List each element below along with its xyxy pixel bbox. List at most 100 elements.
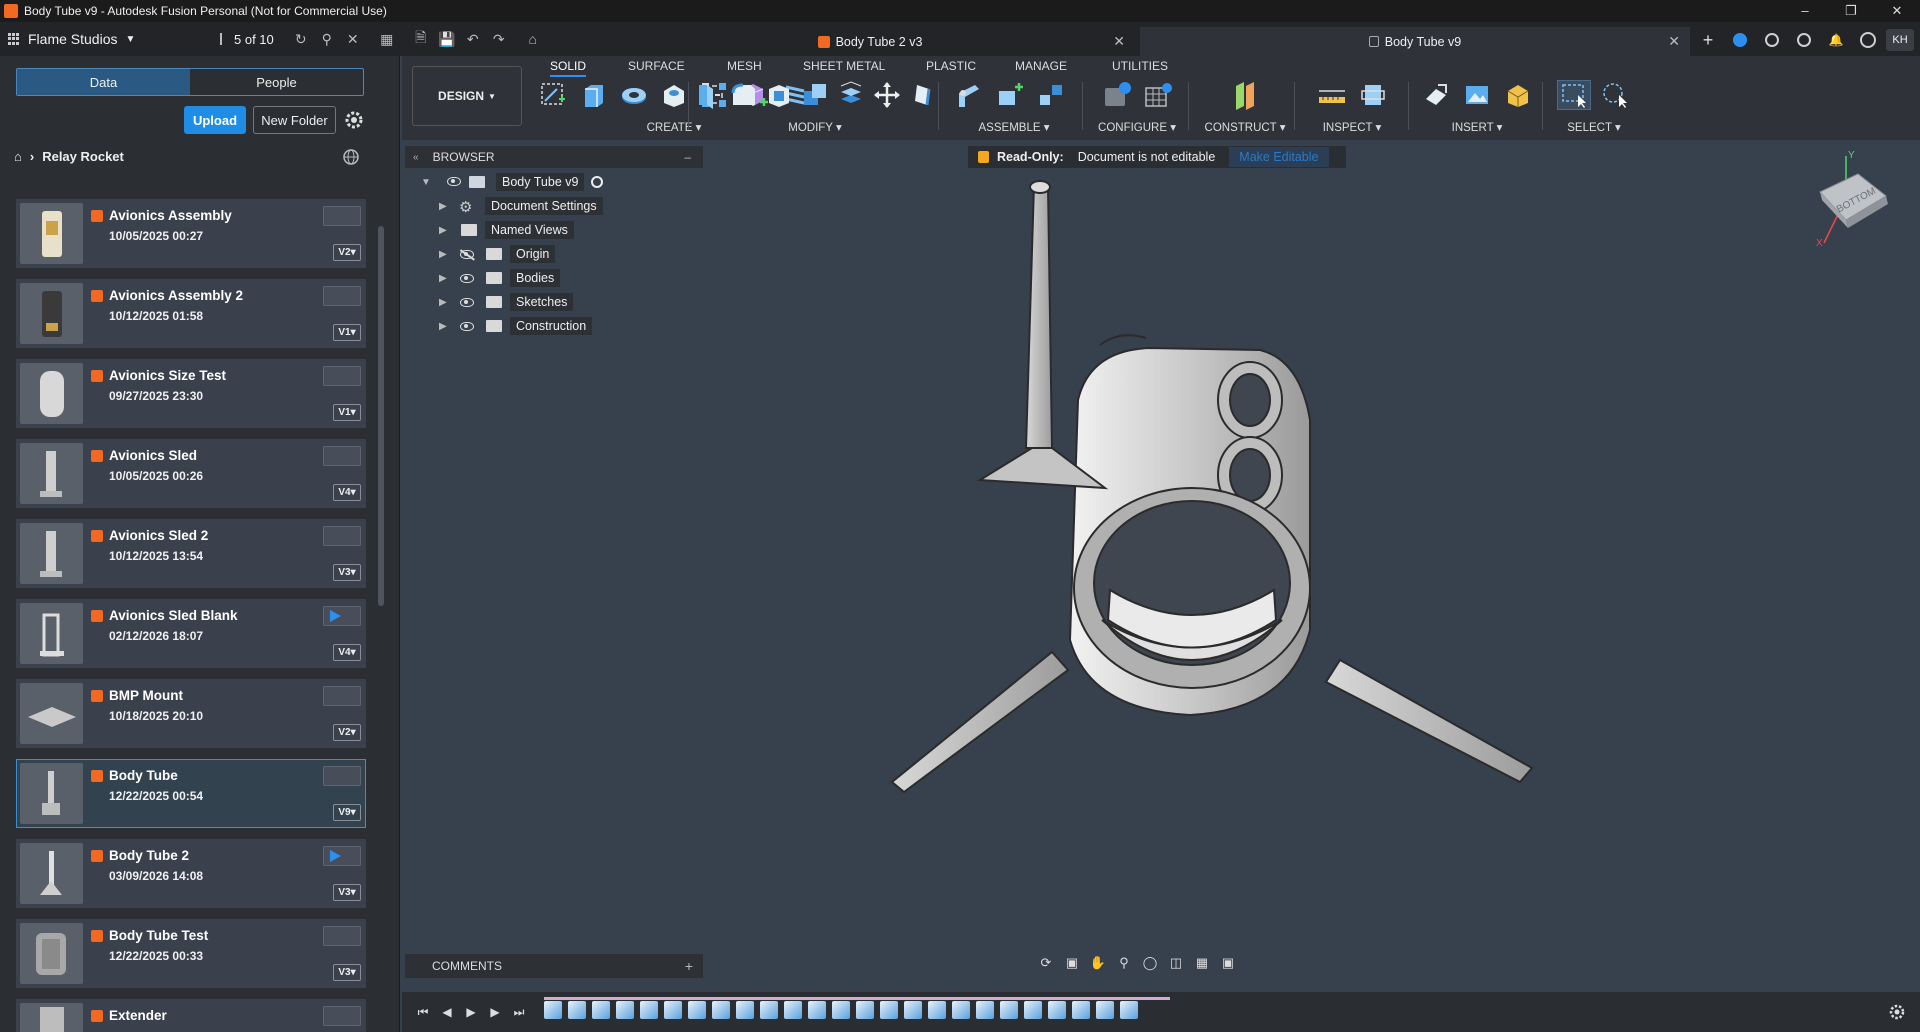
file-item[interactable]: Avionics Sled 10/05/2025 00:26 V4 ▾ — [16, 439, 366, 508]
version-badge[interactable]: V2 ▾ — [333, 244, 361, 261]
move-icon[interactable] — [873, 80, 902, 110]
close-tab-icon[interactable]: ✕ — [1668, 33, 1680, 50]
globe-icon[interactable] — [342, 148, 360, 166]
tab-body-tube[interactable]: Body Tube v9 ✕ — [1140, 27, 1690, 56]
chevron-right-icon[interactable]: ▶ — [439, 225, 447, 236]
timeline-feature-icon[interactable] — [544, 1001, 562, 1019]
look-at-icon[interactable]: ▣ — [1062, 954, 1082, 972]
file-item[interactable]: Body Tube Test 12/22/2025 00:33 V3 ▾ — [16, 919, 366, 988]
version-badge[interactable]: V3 ▾ — [333, 884, 361, 901]
grid-settings-icon[interactable]: ▦ — [1192, 954, 1212, 972]
visibility-eye-icon[interactable] — [460, 298, 474, 307]
visibility-eye-icon[interactable] — [460, 274, 474, 283]
file-item[interactable]: Avionics Assembly 2 10/12/2025 01:58 V1 ▾ — [16, 279, 366, 348]
play-icon[interactable]: ▶ — [462, 1003, 480, 1021]
chevron-right-icon[interactable]: ▶ — [439, 297, 447, 308]
timeline-feature-icon[interactable] — [928, 1001, 946, 1019]
open-file-button[interactable] — [323, 206, 361, 226]
open-file-button[interactable] — [323, 526, 361, 546]
go-to-start-icon[interactable]: ⏮ — [414, 1003, 432, 1021]
active-radio-icon[interactable] — [591, 176, 603, 188]
visibility-eye-icon[interactable] — [460, 322, 474, 331]
zoom-icon[interactable]: ⚲ — [1114, 954, 1134, 972]
scrollbar[interactable] — [378, 226, 384, 606]
collapse-browser-icon[interactable]: « — [413, 152, 419, 163]
timeline-feature-icon[interactable] — [976, 1001, 994, 1019]
tree-construction[interactable]: ▶ Construction — [405, 314, 703, 338]
timeline-settings-icon[interactable] — [1888, 1003, 1906, 1021]
chevron-right-icon[interactable]: ▶ — [439, 273, 447, 284]
tree-document-settings[interactable]: ▶ ⚙ Document Settings — [405, 194, 703, 218]
step-back-icon[interactable]: ◀ — [438, 1003, 456, 1021]
save-icon[interactable]: 💾 — [434, 26, 460, 52]
file-item[interactable]: Avionics Sled Blank 02/12/2026 18:07 V4 ▾ — [16, 599, 366, 668]
close-tab-icon[interactable]: ✕ — [1113, 33, 1125, 50]
workspace-selector[interactable]: DESIGN ▼ — [412, 66, 522, 126]
press-pull-icon[interactable] — [692, 80, 721, 110]
team-selector[interactable]: Flame Studios ▼ — [0, 22, 220, 56]
version-counter[interactable]: 5 of 10 — [220, 32, 274, 47]
fit-icon[interactable]: ◯ — [1140, 954, 1160, 972]
window-select-icon[interactable] — [1556, 80, 1591, 110]
comments-panel[interactable]: COMMENTS + — [405, 954, 703, 978]
version-badge[interactable]: V3 ▾ — [333, 964, 361, 981]
job-status-icon[interactable] — [1790, 27, 1818, 53]
tree-root[interactable]: ▼ Body Tube v9 — [405, 170, 703, 194]
avatar[interactable]: KH — [1886, 27, 1914, 53]
breadcrumb-project[interactable]: Relay Rocket — [42, 149, 124, 164]
orbit-icon[interactable]: ⟳ — [1036, 954, 1056, 972]
configure-icon[interactable] — [1100, 80, 1134, 110]
tab-surface[interactable]: SURFACE — [628, 59, 685, 73]
open-file-button[interactable] — [323, 1006, 361, 1026]
open-file-button[interactable] — [323, 926, 361, 946]
insert-canvas-icon[interactable] — [1460, 80, 1494, 110]
version-badge[interactable]: V3 ▾ — [333, 564, 361, 581]
timeline-track[interactable] — [544, 997, 1170, 1000]
timeline-feature-icon[interactable] — [880, 1001, 898, 1019]
open-file-button[interactable] — [323, 286, 361, 306]
fillet-icon[interactable] — [728, 80, 757, 110]
joint-icon[interactable] — [993, 80, 1027, 110]
measure-icon[interactable] — [1315, 80, 1349, 110]
tab-people[interactable]: People — [190, 69, 363, 95]
hole-icon[interactable] — [657, 80, 690, 110]
timeline-feature-icon[interactable] — [1096, 1001, 1114, 1019]
modify-menu[interactable]: MODIFY ▾ — [692, 120, 938, 134]
browser-panel-header[interactable]: « BROWSER – — [405, 146, 703, 168]
extrude-icon[interactable] — [576, 80, 609, 110]
restore-icon[interactable]: ❐ — [1828, 0, 1874, 22]
tree-origin[interactable]: ▶ Origin — [405, 242, 703, 266]
open-file-button[interactable] — [323, 366, 361, 386]
pan-icon[interactable]: ✋ — [1088, 954, 1108, 972]
open-file-button[interactable] — [323, 846, 361, 866]
open-file-button[interactable] — [323, 446, 361, 466]
home-icon[interactable]: ⌂ — [520, 26, 546, 52]
undo-icon[interactable]: ↶ — [460, 26, 486, 52]
freeform-select-icon[interactable] — [1598, 80, 1632, 110]
timeline-feature-icon[interactable] — [1024, 1001, 1042, 1019]
timeline-feature-icon[interactable] — [688, 1001, 706, 1019]
open-file-button[interactable] — [323, 686, 361, 706]
model-viewport[interactable] — [820, 170, 1580, 810]
timeline-feature-icon[interactable] — [592, 1001, 610, 1019]
add-comment-icon[interactable]: + — [685, 958, 693, 974]
upload-button[interactable]: Upload — [184, 106, 246, 134]
minimize-browser-icon[interactable]: – — [684, 150, 691, 164]
timeline-feature-icon[interactable] — [856, 1001, 874, 1019]
online-status-icon[interactable] — [1758, 27, 1786, 53]
chevron-right-icon[interactable]: ▶ — [439, 321, 447, 332]
open-file-button[interactable] — [323, 606, 361, 626]
new-component-assemble-icon[interactable] — [952, 80, 986, 110]
file-item[interactable]: Body Tube 2 03/09/2026 14:08 V3 ▾ — [16, 839, 366, 908]
tree-sketches[interactable]: ▶ Sketches — [405, 290, 703, 314]
timeline-feature-icon[interactable] — [1072, 1001, 1090, 1019]
tab-data[interactable]: Data — [17, 69, 190, 95]
chevron-right-icon[interactable]: ▶ — [439, 249, 447, 260]
make-editable-button[interactable]: Make Editable — [1229, 147, 1329, 167]
timeline-feature-icon[interactable] — [952, 1001, 970, 1019]
step-forward-icon[interactable]: ▶ — [486, 1003, 504, 1021]
timeline-feature-icon[interactable] — [832, 1001, 850, 1019]
settings-gear-icon[interactable] — [342, 108, 366, 132]
new-tab-icon[interactable]: + — [1694, 27, 1722, 53]
extensions-icon[interactable] — [1726, 27, 1754, 53]
